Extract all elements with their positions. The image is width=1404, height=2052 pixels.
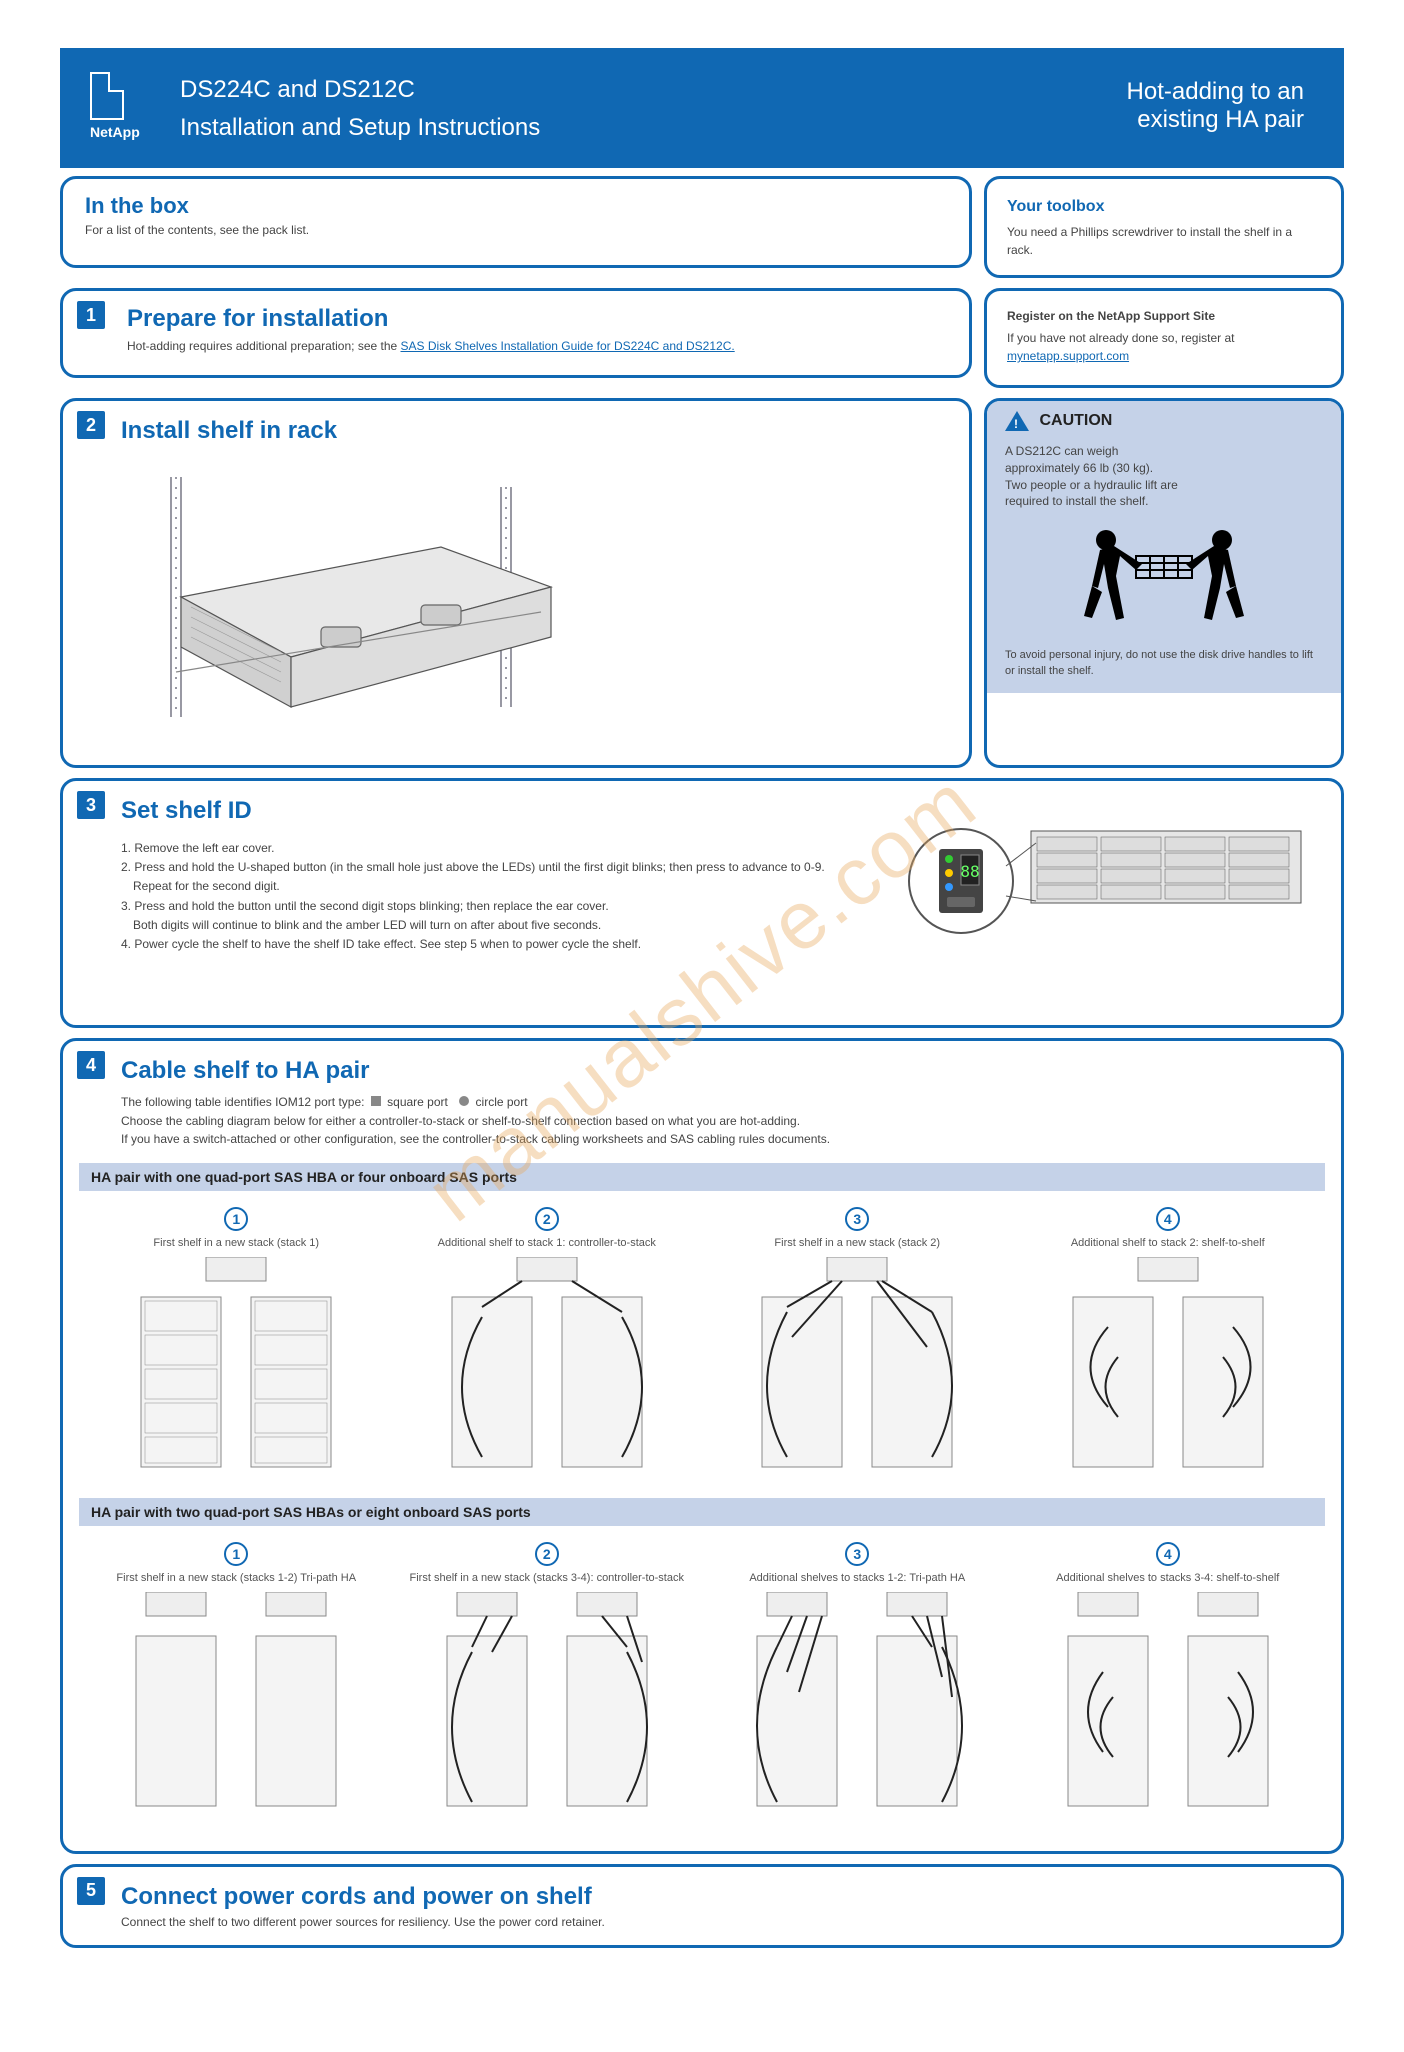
- rack-illustration: [121, 457, 601, 727]
- diagram-num: 3: [845, 1207, 869, 1231]
- step1-num: 1: [77, 301, 105, 329]
- toolbox-heading: Your toolbox: [1007, 195, 1321, 219]
- svg-text:88: 88: [960, 862, 979, 881]
- step2-title: Install shelf in rack: [121, 417, 953, 445]
- diagram-num: 4: [1156, 1542, 1180, 1566]
- diagram-lbl: Additional shelf to stack 2: shelf-to-sh…: [1023, 1237, 1314, 1249]
- cable-row-1: 1 First shelf in a new stack (stack 1) 2…: [79, 1199, 1325, 1490]
- diagram-num: 2: [535, 1542, 559, 1566]
- diagram-lbl: Additional shelves to stacks 1-2: Tri-pa…: [712, 1572, 1003, 1584]
- diagram-lbl: First shelf in a new stack (stack 2): [712, 1237, 1003, 1249]
- two-person-lift-icon: [1064, 516, 1264, 626]
- diagram-lbl: First shelf in a new stack (stacks 1-2) …: [91, 1572, 382, 1584]
- caution-line2: approximately 66 lb (30 kg).: [1005, 460, 1323, 477]
- step1-side: Register on the NetApp Support Site If y…: [984, 288, 1344, 388]
- shelf-id-illustration: 88: [851, 811, 1311, 951]
- doc-type: Installation and Setup Instructions: [180, 114, 540, 142]
- register-heading: Register on the NetApp Support Site: [1007, 307, 1321, 325]
- diagram-lbl: First shelf in a new stack (stack 1): [91, 1237, 382, 1249]
- in-the-box-panel: In the box For a list of the contents, s…: [60, 176, 972, 268]
- in-the-box-text: For a list of the contents, see the pack…: [85, 223, 947, 237]
- p2: Choose the cabling diagram below for eit…: [121, 1112, 1325, 1131]
- doc-link[interactable]: SAS Disk Shelves Installation Guide for …: [401, 339, 735, 353]
- p1b: The following table identifies IOM12 por…: [121, 1095, 368, 1109]
- cable-col: 4 Additional shelves to stacks 3-4: shel…: [1023, 1542, 1314, 1827]
- toolbox-text: You need a Phillips screwdriver to insta…: [1007, 223, 1321, 259]
- diagram-lbl: Additional shelves to stacks 3-4: shelf-…: [1023, 1572, 1314, 1584]
- brand-logo: NetApp: [90, 72, 140, 140]
- step5-panel: 5 Connect power cords and power on shelf…: [60, 1864, 1344, 1948]
- band2: HA pair with two quad-port SAS HBAs or e…: [79, 1498, 1325, 1526]
- step5-sub: Connect the shelf to two different power…: [121, 1915, 1325, 1929]
- diagram-num: 1: [224, 1542, 248, 1566]
- cable-col: 3 First shelf in a new stack (stack 2): [712, 1207, 1003, 1482]
- cable-diagram: [106, 1592, 366, 1822]
- right-line1: Hot-adding to an: [1127, 78, 1304, 106]
- diagram-lbl: Additional shelf to stack 1: controller-…: [402, 1237, 693, 1249]
- logo-icon: [90, 72, 124, 120]
- cable-col: 1 First shelf in a new stack (stacks 1-2…: [91, 1542, 382, 1827]
- step5-title: Connect power cords and power on shelf: [121, 1883, 1325, 1911]
- cable-col: 2 First shelf in a new stack (stacks 3-4…: [402, 1542, 693, 1827]
- p1sq: square port: [387, 1095, 448, 1109]
- caution-line3: Two people or a hydraulic lift are: [1005, 477, 1323, 494]
- band1: HA pair with one quad-port SAS HBA or fo…: [79, 1163, 1325, 1191]
- step2-panel: 2 Install shelf in rack: [60, 398, 972, 768]
- product-title: DS224C and DS212C: [180, 76, 415, 104]
- support-link[interactable]: mynetapp.support.com: [1007, 349, 1129, 363]
- register-text: If you have not already done so, registe…: [1007, 329, 1321, 365]
- p3: If you have a switch-attached or other c…: [121, 1130, 1325, 1149]
- header-bar: NetApp DS224C and DS212C Installation an…: [60, 48, 1344, 168]
- step3-num: 3: [77, 791, 105, 819]
- diagram-num: 3: [845, 1542, 869, 1566]
- cable-diagram: [417, 1592, 677, 1822]
- step1-sub-before: Hot-adding requires additional preparati…: [127, 339, 401, 353]
- caution-note: To avoid personal injury, do not use the…: [987, 640, 1341, 693]
- right-line2: existing HA pair: [1127, 106, 1304, 134]
- diagram-num: 2: [535, 1207, 559, 1231]
- step4-panel: 4 Cable shelf to HA pair The following t…: [60, 1038, 1344, 1854]
- diagram-lbl: First shelf in a new stack (stacks 3-4):…: [402, 1572, 693, 1584]
- step1-title: Prepare for installation: [127, 305, 947, 333]
- toolbox-side: Your toolbox You need a Phillips screwdr…: [984, 176, 1344, 278]
- cable-col: 3 Additional shelves to stacks 1-2: Tri-…: [712, 1542, 1003, 1827]
- header-right: Hot-adding to an existing HA pair: [1127, 78, 1304, 134]
- cable-diagram: [422, 1257, 672, 1477]
- step4-num: 4: [77, 1051, 105, 1079]
- cable-diagram: [727, 1592, 987, 1822]
- cable-col: 4 Additional shelf to stack 2: shelf-to-…: [1023, 1207, 1314, 1482]
- brand-name: NetApp: [90, 124, 140, 140]
- step4-title: Cable shelf to HA pair: [121, 1057, 1325, 1085]
- diagram-num: 4: [1156, 1207, 1180, 1231]
- cable-diagram: [111, 1257, 361, 1477]
- cable-diagram: [1043, 1257, 1293, 1477]
- cable-col: 2 Additional shelf to stack 1: controlle…: [402, 1207, 693, 1482]
- step2-num: 2: [77, 411, 105, 439]
- cable-row-2: 1 First shelf in a new stack (stacks 1-2…: [79, 1534, 1325, 1835]
- caution-label: CAUTION: [1039, 412, 1112, 429]
- caution-box: CAUTION A DS212C can weigh approximately…: [984, 398, 1344, 768]
- p1ci: circle port: [476, 1095, 528, 1109]
- step5-num: 5: [77, 1877, 105, 1905]
- cable-col: 1 First shelf in a new stack (stack 1): [91, 1207, 382, 1482]
- step3-panel: 3 Set shelf ID 1. Remove the left ear co…: [60, 778, 1344, 1028]
- cable-diagram: [1038, 1592, 1298, 1822]
- diagram-num: 1: [224, 1207, 248, 1231]
- step4-text: The following table identifies IOM12 por…: [121, 1093, 1325, 1149]
- caution-line1: A DS212C can weigh: [1005, 443, 1323, 460]
- step1-panel: 1 Prepare for installation Hot-adding re…: [60, 288, 972, 378]
- step1-sub: Hot-adding requires additional preparati…: [127, 337, 947, 355]
- warning-icon: [1005, 411, 1029, 431]
- cable-diagram: [732, 1257, 982, 1477]
- in-the-box-heading: In the box: [85, 193, 947, 219]
- caution-line4: required to install the shelf.: [1005, 493, 1323, 510]
